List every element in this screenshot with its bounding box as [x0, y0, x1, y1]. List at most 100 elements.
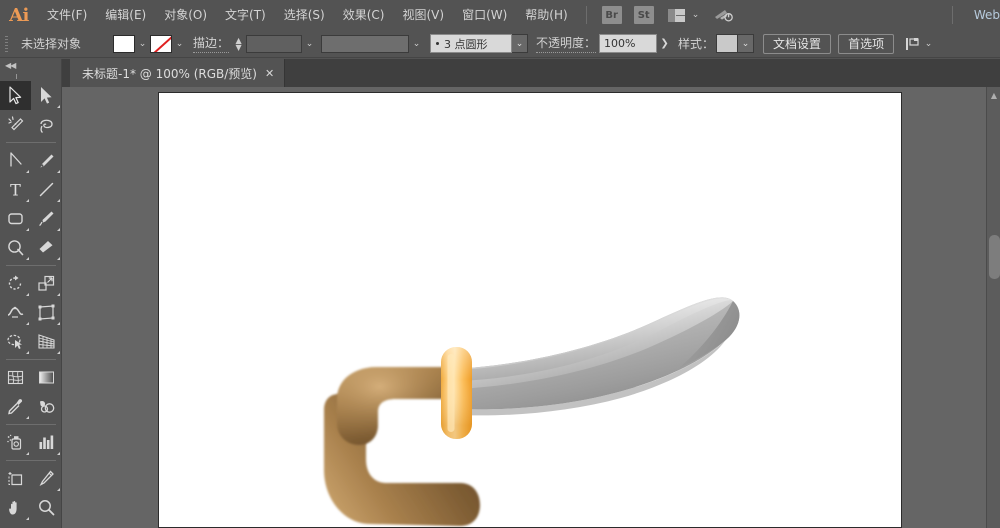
tool-zoom[interactable]	[31, 493, 62, 522]
tool-group-corner-icon	[26, 199, 29, 202]
align-chevron-down-icon[interactable]: ⌄	[921, 35, 936, 53]
tool-group-corner-icon	[57, 228, 60, 231]
sword-illustration[interactable]	[159, 93, 903, 528]
tool-group-corner-icon	[57, 293, 60, 296]
preferences-button[interactable]: 首选项	[838, 34, 894, 54]
stroke-chevron-down-icon[interactable]: ⌄	[172, 35, 187, 53]
tool-selection[interactable]	[0, 81, 31, 110]
tool-shaper[interactable]	[0, 233, 31, 262]
sword-guard	[441, 347, 472, 439]
opacity-label[interactable]: 不透明度：	[536, 34, 596, 53]
tool-symbol-sprayer[interactable]	[0, 428, 31, 457]
tool-eraser[interactable]	[31, 233, 62, 262]
canvas-area[interactable]: ▲	[62, 87, 1000, 528]
close-icon[interactable]: ✕	[265, 68, 274, 79]
graphic-style-swatch[interactable]	[716, 34, 738, 53]
canvas-scrollbar-vertical[interactable]: ▲	[986, 87, 1000, 528]
selection-status-label: 未选择对象	[21, 35, 113, 52]
fill-chevron-down-icon[interactable]: ⌄	[135, 35, 150, 53]
tools-divider	[6, 460, 56, 461]
stroke-weight-chevron-down-icon[interactable]: ⌄	[302, 35, 317, 53]
tool-group-corner-icon	[26, 228, 29, 231]
collapse-panel-icon[interactable]: ◀◀	[0, 59, 61, 71]
stroke-weight-label[interactable]: 描边：	[193, 34, 229, 53]
menu-help[interactable]: 帮助(H)	[516, 0, 576, 30]
tool-paintbrush[interactable]	[31, 204, 62, 233]
menu-file[interactable]: 文件(F)	[38, 0, 96, 30]
brush-dot-icon	[436, 42, 439, 45]
tool-shape-builder[interactable]	[0, 327, 31, 356]
creative-cloud-icon[interactable]	[713, 6, 735, 24]
menu-object[interactable]: 对象(O)	[155, 0, 216, 30]
brush-definition-label: 3 点圆形	[444, 36, 488, 52]
menu-bar: Ai 文件(F) 编辑(E) 对象(O) 文字(T) 选择(S) 效果(C) 视…	[0, 0, 1000, 30]
tool-pen[interactable]	[0, 146, 31, 175]
style-label: 样式：	[678, 35, 714, 52]
fill-color-swatch[interactable]	[113, 35, 135, 53]
tool-group-corner-icon	[57, 322, 60, 325]
menu-type[interactable]: 文字(T)	[216, 0, 275, 30]
tool-lasso[interactable]	[31, 110, 62, 139]
tool-slice[interactable]	[31, 464, 62, 493]
menu-window[interactable]: 窗口(W)	[453, 0, 516, 30]
tool-hand[interactable]	[0, 493, 31, 522]
brush-chevron-down-icon[interactable]: ⌄	[512, 34, 528, 53]
tool-group-corner-icon	[57, 170, 60, 173]
stock-button[interactable]: St	[634, 6, 654, 24]
tools-divider	[6, 142, 56, 143]
tool-artboard[interactable]	[0, 464, 31, 493]
scrollbar-thumb[interactable]	[989, 235, 1000, 279]
tool-gradient[interactable]	[31, 363, 62, 392]
bridge-button[interactable]: Br	[602, 6, 622, 24]
artboard[interactable]	[158, 92, 902, 528]
workspace-switcher[interactable]: Web	[962, 8, 1000, 22]
tool-column-graph[interactable]	[31, 428, 62, 457]
tool-mesh[interactable]	[0, 363, 31, 392]
tool-group-corner-icon	[26, 322, 29, 325]
arrange-documents-button[interactable]: ⌄	[668, 9, 700, 22]
stroke-weight-stepper[interactable]: ▲▼	[233, 35, 244, 53]
illustrator-window: Ai 文件(F) 编辑(E) 对象(O) 文字(T) 选择(S) 效果(C) 视…	[0, 0, 1000, 528]
tool-direct-selection[interactable]	[31, 81, 62, 110]
menu-view[interactable]: 视图(V)	[393, 0, 453, 30]
tool-group-corner-icon	[57, 488, 60, 491]
tool-rectangle[interactable]	[0, 204, 31, 233]
tool-group-corner-icon	[26, 351, 29, 354]
tool-magic-wand[interactable]	[0, 110, 31, 139]
stroke-weight-input[interactable]	[246, 35, 302, 53]
opacity-input[interactable]: 100%	[599, 34, 657, 53]
style-chevron-down-icon[interactable]: ⌄	[738, 34, 754, 53]
opacity-chevron-right-icon[interactable]: ❯	[657, 34, 672, 53]
tool-blend[interactable]	[31, 392, 62, 421]
tool-rotate[interactable]	[0, 269, 31, 298]
document-tab[interactable]: 未标题-1* @ 100% (RGB/预览) ✕	[70, 59, 285, 87]
sword-blade	[455, 297, 739, 415]
document-setup-button[interactable]: 文档设置	[763, 34, 831, 54]
control-bar-grip[interactable]	[3, 34, 12, 54]
tools-panel-grip[interactable]	[0, 71, 62, 81]
stroke-profile-chevron-down-icon[interactable]: ⌄	[409, 35, 424, 53]
menu-edit[interactable]: 编辑(E)	[96, 0, 155, 30]
tool-line-segment[interactable]	[31, 175, 62, 204]
stroke-color-swatch[interactable]	[150, 35, 172, 53]
tool-type[interactable]: T	[0, 175, 31, 204]
app-logo-icon: Ai	[0, 0, 38, 30]
tool-eyedropper[interactable]	[0, 392, 31, 421]
brush-definition-select[interactable]: 3 点圆形	[430, 34, 512, 53]
menu-select[interactable]: 选择(S)	[275, 0, 334, 30]
tool-perspective-grid[interactable]	[31, 327, 62, 356]
chevron-up-icon[interactable]: ▲	[987, 89, 1000, 101]
tools-grid: T	[0, 81, 62, 522]
tools-divider	[6, 265, 56, 266]
align-to-artboard-icon[interactable]	[904, 36, 921, 52]
menu-effect[interactable]: 效果(C)	[334, 0, 394, 30]
tool-scale[interactable]	[31, 269, 62, 298]
stroke-profile-input[interactable]	[321, 35, 409, 53]
tool-group-corner-icon	[57, 105, 60, 108]
tool-group-corner-icon	[57, 351, 60, 354]
tool-width[interactable]	[0, 298, 31, 327]
tool-curvature[interactable]	[31, 146, 62, 175]
sword-handle-shape	[337, 367, 459, 445]
chevron-down-icon: ⌄	[692, 10, 700, 20]
tool-free-transform[interactable]	[31, 298, 62, 327]
